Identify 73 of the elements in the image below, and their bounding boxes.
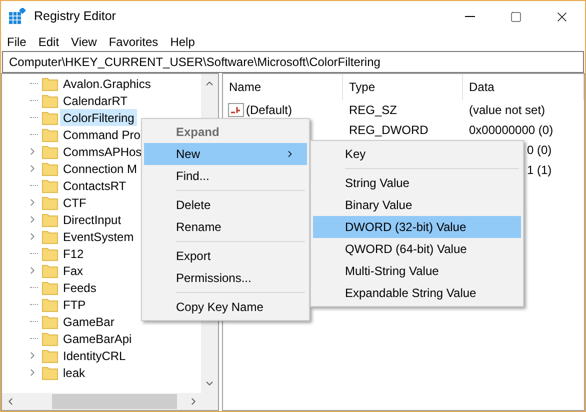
folder-icon — [42, 94, 58, 108]
tree-item[interactable]: Avalon.Graphics — [60, 75, 154, 92]
menu-item[interactable]: Permissions... — [144, 267, 307, 289]
menu-item[interactable]: Multi-String Value — [313, 260, 521, 282]
tree-item[interactable]: ContactsRT — [60, 177, 130, 194]
tree-item[interactable]: CalendarRT — [60, 92, 130, 109]
menu-item[interactable]: Expandable String Value — [313, 282, 521, 304]
folder-icon — [42, 264, 58, 278]
tree-item[interactable]: IdentityCRL — [60, 347, 129, 364]
window-title: Registry Editor — [34, 8, 116, 26]
table-cell: REG_DWORD — [349, 123, 428, 137]
menu-item[interactable]: QWORD (64-bit) Value — [313, 238, 521, 260]
folder-icon — [42, 246, 58, 260]
folder-icon — [42, 144, 58, 158]
folder-icon — [42, 162, 58, 176]
tree-item[interactable]: F12 — [60, 245, 87, 262]
menu-item[interactable]: DWORD (32-bit) Value — [313, 216, 521, 238]
menu-bar-item[interactable]: Favorites — [102, 32, 164, 51]
menu-bar-item[interactable]: File — [1, 32, 32, 51]
tree-item[interactable]: GameBar — [60, 313, 118, 330]
table-cell: REG_SZ — [349, 103, 398, 117]
tree-item[interactable]: Command Pro — [60, 126, 144, 143]
menu-bar-item[interactable]: Edit — [32, 32, 66, 51]
table-cell: (value not set) — [469, 103, 546, 117]
tree-item[interactable]: Fax — [60, 262, 86, 279]
menu-item[interactable]: Export — [144, 245, 307, 267]
folder-icon — [42, 76, 58, 90]
menu-item[interactable]: String Value — [313, 172, 521, 194]
folder-icon — [42, 196, 58, 210]
menu-item[interactable]: Binary Value — [313, 194, 521, 216]
menu-item[interactable]: Find... — [144, 165, 307, 187]
tree-item[interactable]: Feeds — [60, 279, 100, 296]
menu-item[interactable]: Rename — [144, 216, 307, 238]
menu-bar-item[interactable]: Help — [164, 32, 201, 51]
folder-icon — [42, 212, 58, 226]
address-bar[interactable]: Computer\HKEY_CURRENT_USER\Software\Microsoft\ColorFiltering — [2, 51, 584, 73]
menu-item[interactable]: Key — [313, 143, 521, 165]
folder-icon — [42, 230, 58, 244]
column-header[interactable]: Type — [343, 74, 463, 100]
folder-icon — [42, 348, 58, 362]
registry-app-icon — [9, 8, 26, 25]
tree-item[interactable]: DirectInput — [60, 211, 124, 228]
tree-item[interactable]: CTF — [60, 194, 90, 211]
folder-icon — [42, 128, 58, 142]
tree-item[interactable]: FTP — [60, 296, 89, 313]
string-value-icon — [228, 103, 244, 117]
tree-item[interactable]: leak — [60, 364, 88, 381]
maximize-icon — [510, 10, 522, 22]
column-header[interactable]: Data — [463, 74, 584, 100]
folder-icon — [42, 314, 58, 328]
table-cell: 1 (1) — [527, 163, 552, 177]
table-cell: 0 (0) — [527, 143, 552, 157]
folder-icon — [42, 298, 58, 312]
tree-item[interactable]: GameBarApi — [60, 330, 135, 347]
folder-icon — [42, 178, 58, 192]
column-header[interactable]: Name — [223, 74, 343, 100]
folder-icon — [42, 110, 58, 124]
table-cell-text: (Default) — [246, 102, 292, 119]
menu-item[interactable]: New — [144, 143, 307, 165]
menu-item[interactable]: Delete — [144, 194, 307, 216]
scrollbar-thumb[interactable] — [52, 394, 177, 409]
menu-bar-item[interactable]: View — [65, 32, 103, 51]
tree-item[interactable]: EventSystem — [60, 228, 137, 245]
folder-icon — [42, 280, 58, 294]
folder-icon — [42, 332, 58, 346]
minimize-icon — [465, 16, 475, 17]
menu-item[interactable]: Copy Key Name — [144, 296, 307, 318]
tree-item[interactable]: ColorFiltering — [60, 109, 138, 126]
tree-item[interactable]: Connection M — [60, 160, 140, 177]
horizontal-scrollbar[interactable] — [2, 393, 218, 410]
folder-icon — [42, 366, 58, 380]
tree-item[interactable]: CommsAPHos — [60, 143, 145, 160]
table-cell: 0x00000000 (0) — [469, 123, 554, 137]
